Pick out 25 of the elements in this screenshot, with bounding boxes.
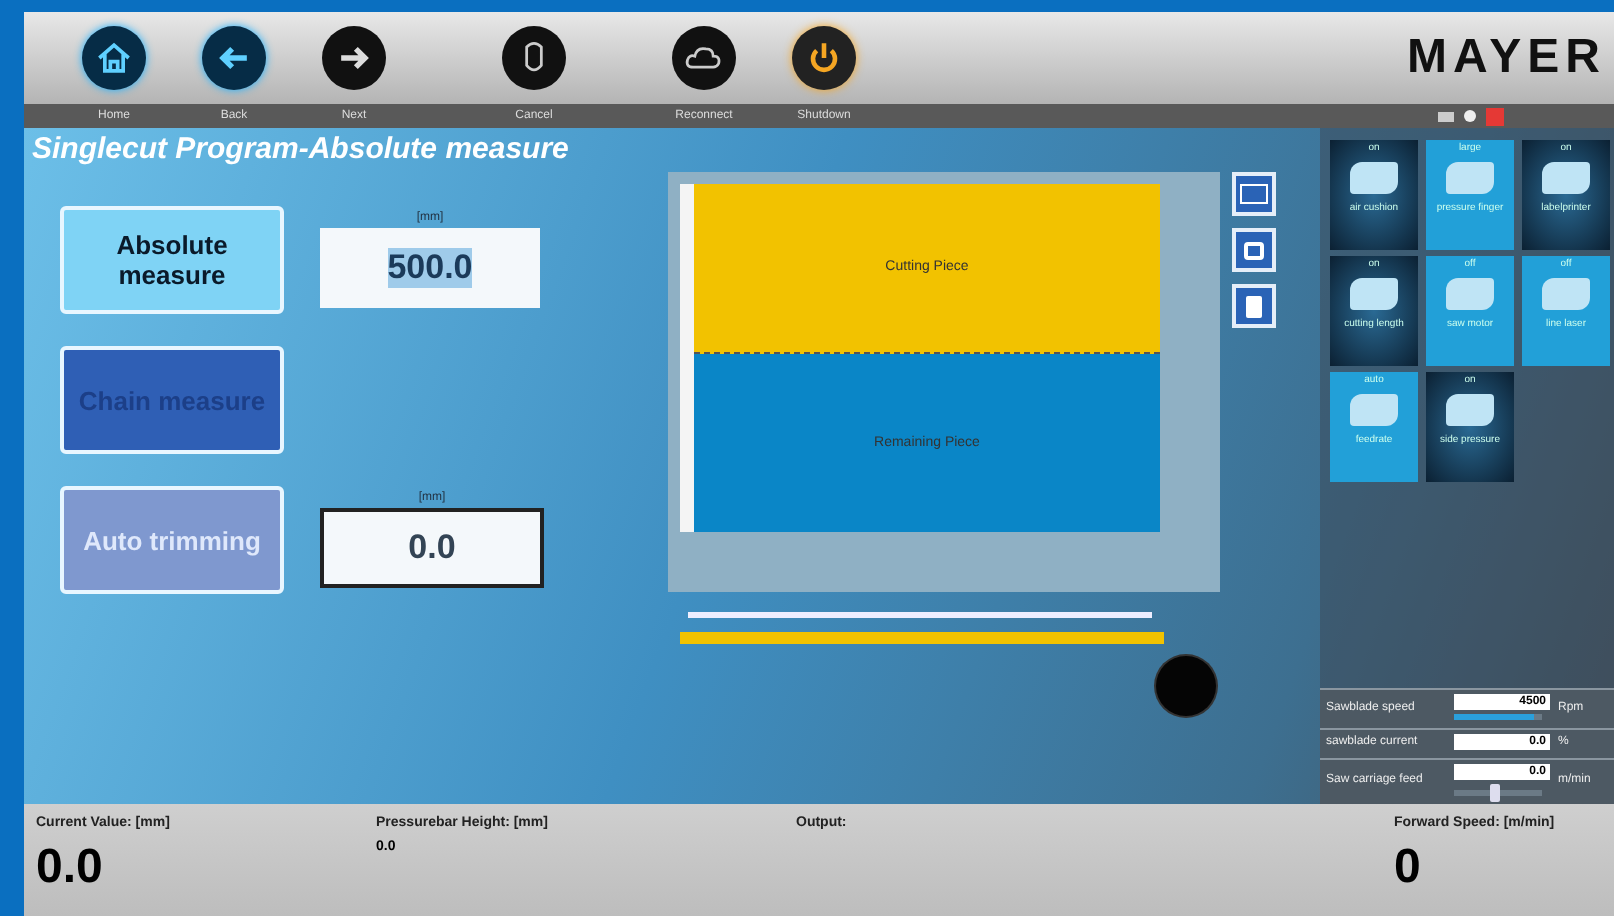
mode-button[interactable]: Absolute measure [60, 206, 284, 314]
monitor-icon [1438, 111, 1454, 121]
machine-part-icon [1542, 162, 1590, 194]
round-knob[interactable] [1156, 656, 1216, 716]
machine-part-icon [1542, 278, 1590, 310]
machine-part-icon [1350, 162, 1398, 194]
value-field[interactable]: 500.0 [320, 228, 540, 308]
cloud-icon [672, 26, 736, 90]
machine-part-icon [1350, 394, 1398, 426]
frame-icon [1240, 184, 1268, 204]
slider-thumb[interactable] [1489, 784, 1500, 802]
machine-part-icon [1446, 278, 1494, 310]
label-button[interactable] [1232, 284, 1276, 328]
logo-text: MAYER [1407, 30, 1606, 86]
machine-part-icon [1446, 162, 1494, 194]
readout-value: 0 [1394, 840, 1423, 896]
power-icon [792, 26, 856, 90]
machine-part-icon [1350, 278, 1398, 310]
machine-part-icon [1446, 394, 1494, 426]
home-icon [82, 26, 146, 90]
readout-value: 0.0 [36, 840, 105, 896]
page-title: Singlecut Program-Absolute measure [32, 132, 571, 166]
setting-slider[interactable] [1454, 790, 1542, 796]
print-button[interactable] [1232, 228, 1276, 272]
view-button[interactable] [1232, 172, 1276, 216]
